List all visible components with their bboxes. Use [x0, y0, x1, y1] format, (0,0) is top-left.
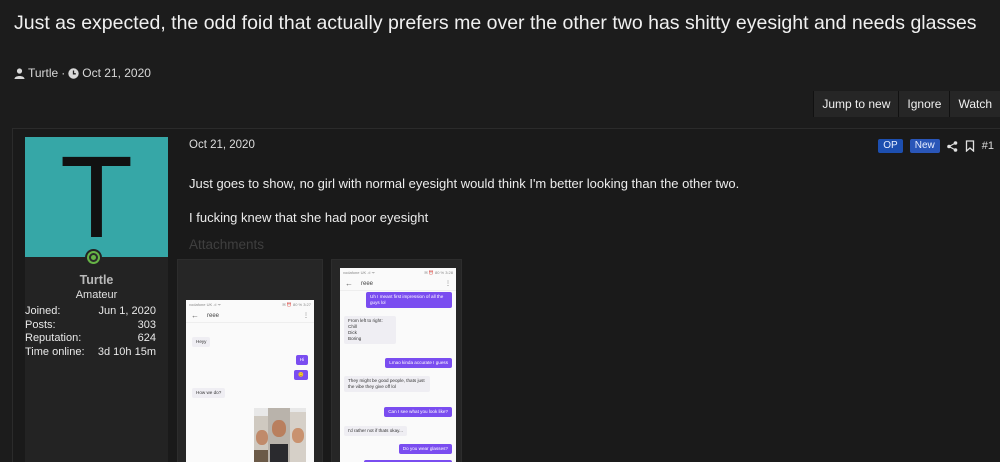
phone-status-bar: vodafone UK .ıl ᯤ ✉ ⏰ 80 % 3:27 — [186, 300, 314, 309]
post-date[interactable]: Oct 21, 2020 — [189, 139, 255, 151]
share-icon[interactable] — [946, 140, 958, 152]
stat-label: Time online: — [25, 345, 85, 358]
chat-message: They might be good people, thats just th… — [344, 376, 430, 392]
chat-screenshot: vodafone UK .ıl ᯤ ✉ ⏰ 80 % 3:27 ← reee ⋮ He… — [186, 300, 314, 462]
chat-message: How we do? — [192, 388, 226, 398]
back-arrow-icon: ← — [345, 279, 353, 288]
user-stats: Joined: Jun 1, 2020 Posts: 303 Reputation:… — [25, 305, 156, 359]
avatar[interactable]: T — [25, 137, 168, 257]
status-right: ✉ ⏰ 80 % 3:28 — [424, 270, 453, 275]
stat-value: 3d 10h 15m — [97, 345, 156, 358]
chat-header: ← reee ⋮ — [340, 277, 456, 291]
message-line: Boring — [348, 336, 362, 341]
chat-contact: reee — [361, 280, 374, 287]
chat-message: Do you wear glasses? — [398, 444, 452, 454]
user-title: Amateur — [75, 289, 118, 301]
chat-contact: reee — [207, 312, 220, 319]
online-status-icon — [85, 249, 102, 266]
chat-header: ← reee ⋮ — [186, 309, 314, 323]
thread-meta: Turtle · Oct 21, 2020 — [14, 66, 151, 80]
chat-message: Hi — [295, 355, 308, 365]
stat-row: Joined: Jun 1, 2020 — [25, 305, 156, 319]
chat-message: Lmao kinda accurate I guess — [385, 358, 452, 368]
user-icon — [14, 67, 25, 79]
stat-label: Joined: — [25, 305, 61, 317]
status-right: ✉ ⏰ 80 % 3:27 — [282, 302, 311, 307]
ignore-button[interactable]: Ignore — [898, 91, 950, 117]
attachment-thumbnail[interactable]: vodafone UK .ıl ᯤ ✉ ⏰ 80 % 3:28 ← reee ⋮ Uh… — [331, 259, 462, 462]
post: T Turtle Amateur Joined: Jun 1, 2020 Post… — [12, 128, 1000, 462]
new-badge: New — [909, 139, 940, 153]
phone-status-bar: vodafone UK .ıl ᯤ ✉ ⏰ 80 % 3:28 — [340, 268, 456, 277]
stat-value: 624 — [137, 332, 156, 344]
avatar-letter: T — [62, 137, 131, 257]
post-badges: OP New #1 — [878, 139, 994, 153]
chat-message: Can I see what you look like? — [384, 407, 452, 417]
chat-message: From left to right: Chill Dick Boring — [344, 316, 396, 344]
thread-date[interactable]: Oct 21, 2020 — [82, 66, 151, 80]
chat-message: 😊 — [294, 370, 308, 380]
more-icon: ⋮ — [445, 281, 451, 287]
user-panel: T Turtle Amateur Joined: Jun 1, 2020 Post… — [25, 137, 168, 462]
post-paragraph: I fucking knew that she had poor eyesigh… — [189, 210, 429, 225]
stat-row: Time online: 3d 10h 15m — [25, 346, 156, 360]
post-body: Just goes to show, no girl with normal e… — [189, 175, 739, 243]
post-number[interactable]: #1 — [982, 140, 994, 152]
stat-value: 303 — [137, 318, 156, 331]
thread-title: Just as expected, the odd foid that actu… — [14, 12, 977, 34]
stat-label: Posts: — [25, 318, 56, 331]
chat-message: Uh I meant first impression of all the g… — [366, 292, 452, 308]
post-paragraph: Just goes to show, no girl with normal e… — [189, 176, 740, 191]
chat-message: Heyy — [192, 337, 211, 347]
status-left: vodafone UK .ıl ᯤ — [343, 270, 376, 275]
attachment-thumbnail[interactable]: vodafone UK .ıl ᯤ ✉ ⏰ 80 % 3:27 ← reee ⋮ He… — [177, 259, 323, 462]
stat-value: Jun 1, 2020 — [98, 305, 157, 317]
stat-row: Posts: 303 — [25, 319, 156, 333]
thread-author[interactable]: Turtle — [28, 66, 58, 80]
op-badge: OP — [878, 139, 903, 153]
status-left: vodafone UK .ıl ᯤ — [189, 302, 222, 307]
jump-to-new-button[interactable]: Jump to new — [813, 91, 899, 117]
photo-thumbnail — [254, 408, 306, 462]
chat-message: I'd rather not if thats okay... — [344, 426, 407, 436]
stat-row: Reputation: 624 — [25, 332, 156, 346]
chat-screenshot: vodafone UK .ıl ᯤ ✉ ⏰ 80 % 3:28 ← reee ⋮ Uh… — [340, 268, 456, 462]
watch-button[interactable]: Watch — [949, 91, 1000, 117]
attachments-label: Attachments — [189, 237, 265, 252]
stat-label: Reputation: — [25, 332, 82, 344]
more-icon: ⋮ — [303, 313, 309, 319]
clock-icon — [68, 67, 79, 79]
username[interactable]: Turtle — [25, 273, 168, 287]
thread-actions: Jump to new Ignore Watch — [813, 91, 1000, 117]
meta-separator: · — [61, 66, 66, 80]
bookmark-icon[interactable] — [965, 140, 975, 152]
back-arrow-icon: ← — [191, 311, 199, 320]
